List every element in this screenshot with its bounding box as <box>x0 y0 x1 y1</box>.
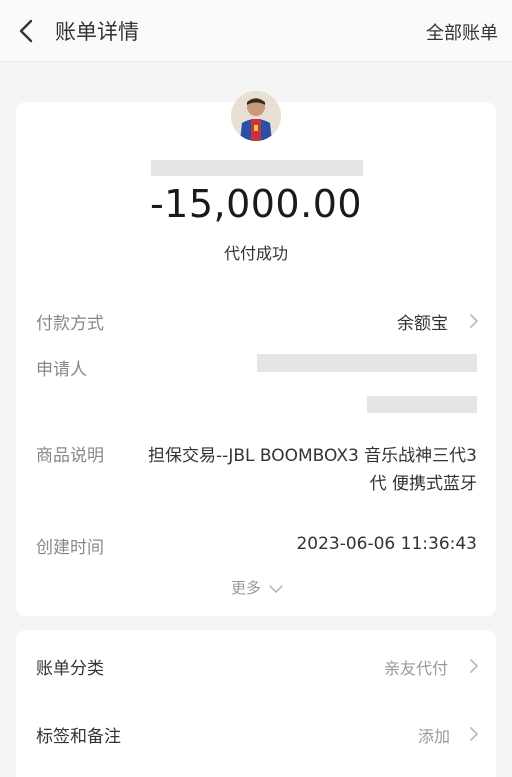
page-title: 账单详情 <box>55 20 139 44</box>
back-arrow-icon <box>19 19 33 43</box>
all-bills-link[interactable]: 全部账单 <box>426 19 498 45</box>
category-row[interactable]: 亲友代付 <box>370 650 480 680</box>
amount: -15,000.00 <box>149 182 363 226</box>
chevron-right-icon <box>470 659 478 673</box>
tags-row[interactable]: 添加 <box>400 718 480 748</box>
product-description-line2: 代 便携式蓝牙 <box>369 474 477 494</box>
payment-method-label: 付款方式 <box>36 314 104 334</box>
tags-label: 标签和备注 <box>36 727 121 747</box>
created-time-label: 创建时间 <box>36 538 104 558</box>
product-description-line1: 担保交易--JBL BOOMBOX3 音乐战神三代3 <box>148 446 477 466</box>
applicant-label: 申请人 <box>36 360 87 380</box>
redacted-payee-name <box>151 160 363 176</box>
category-value: 亲友代付 <box>384 659 449 678</box>
chevron-down-icon <box>268 584 283 593</box>
top-bar: 账单详情 全部账单 <box>0 0 512 62</box>
chevron-right-icon <box>470 314 478 328</box>
payment-method-value: 余额宝 <box>397 314 448 334</box>
category-label: 账单分类 <box>36 659 104 679</box>
status-text: 代付成功 <box>223 244 288 263</box>
chevron-right-icon <box>470 727 478 741</box>
more-button[interactable]: 更多 <box>231 577 284 598</box>
avatar <box>231 91 281 141</box>
tags-value: 添加 <box>418 727 451 746</box>
back-button[interactable] <box>14 16 42 46</box>
created-time-value: 2023-06-06 11:36:43 <box>296 534 477 554</box>
product-label: 商品说明 <box>36 446 104 466</box>
redacted-applicant-account <box>367 396 477 413</box>
payment-method-row[interactable]: 余额宝 <box>380 305 480 335</box>
redacted-applicant <box>257 354 477 372</box>
more-label: 更多 <box>231 579 262 597</box>
